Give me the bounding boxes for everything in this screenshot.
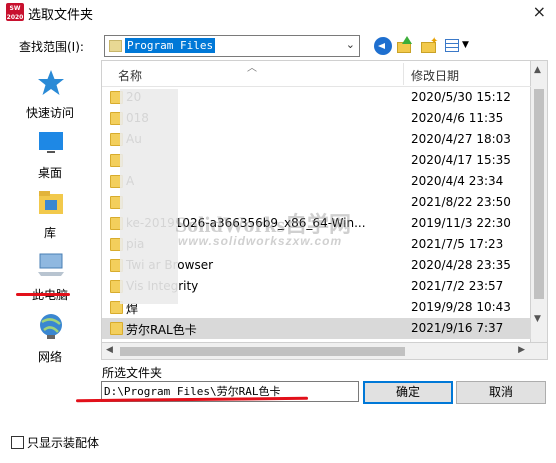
library-icon <box>39 191 63 214</box>
list-item[interactable]: 劳尔RAL色卡 2021/9/16 7:37 <box>102 318 532 339</box>
item-modified-date: 2021/8/22 23:50 <box>411 195 511 209</box>
lookin-value: Program Files <box>125 38 216 53</box>
assemblies-only-label: 只显示装配体 <box>27 436 100 450</box>
desktop-icon <box>39 132 63 153</box>
network-icon <box>40 314 62 339</box>
folder-icon <box>110 322 123 335</box>
item-name: 劳尔RAL色卡 <box>126 323 197 337</box>
column-header-date[interactable]: 修改日期 <box>411 67 459 84</box>
column-divider[interactable] <box>403 63 404 85</box>
window-title: 选取文件夹 <box>28 8 94 23</box>
place-label: 库 <box>43 226 56 240</box>
scroll-left-icon[interactable]: ◀ <box>106 345 113 355</box>
item-modified-date: 2021/7/5 17:23 <box>411 237 504 251</box>
places-bar: 快速访问 桌面 库 此电脑 网络 <box>6 60 94 390</box>
sort-ascending-icon: ︿ <box>247 63 257 74</box>
item-modified-date: 2020/4/17 15:35 <box>411 153 511 167</box>
place-label: 快速访问 <box>25 106 74 120</box>
item-modified-date: 2019/11/3 22:30 <box>411 216 511 230</box>
ok-button[interactable]: 确定 <box>363 381 453 404</box>
title-bar: SW 2020 选取文件夹 × <box>0 0 556 24</box>
scroll-up-icon[interactable]: ▲ <box>534 65 541 75</box>
scroll-thumb[interactable] <box>120 347 405 356</box>
close-icon[interactable]: × <box>533 2 546 21</box>
scroll-down-icon[interactable]: ▼ <box>534 314 541 324</box>
redacted-area <box>120 89 178 304</box>
place-desktop[interactable]: 桌面 <box>6 128 94 188</box>
back-icon[interactable] <box>374 37 392 55</box>
place-label: 网络 <box>37 350 62 364</box>
item-modified-date: 2019/9/28 10:43 <box>411 300 511 314</box>
cancel-button[interactable]: 取消 <box>456 381 546 404</box>
new-folder-icon[interactable]: ✦ <box>420 36 438 55</box>
place-network[interactable]: 网络 <box>6 312 94 372</box>
column-header-name[interactable]: 名称 <box>118 67 142 84</box>
assemblies-only-checkbox[interactable] <box>11 436 24 449</box>
vertical-scrollbar[interactable]: ▲ ▼ <box>531 60 548 343</box>
scroll-thumb[interactable] <box>534 89 544 299</box>
place-this-pc[interactable]: 此电脑 <box>6 250 94 310</box>
folder-icon <box>109 40 122 52</box>
item-modified-date: 2021/9/16 7:37 <box>411 321 504 335</box>
place-quick-access[interactable]: 快速访问 <box>6 68 94 128</box>
star-icon <box>38 70 64 95</box>
list-header: 名称 ︿ 修改日期 <box>102 61 532 87</box>
annotation-underline-this-pc <box>16 293 70 296</box>
scroll-right-icon[interactable]: ▶ <box>518 345 525 355</box>
chevron-down-icon: ⌄ <box>345 38 355 51</box>
item-modified-date: 2020/4/28 23:35 <box>411 258 511 272</box>
selected-folder-label: 所选文件夹 <box>102 366 163 380</box>
lookin-label: 查找范围(I): <box>19 40 84 54</box>
item-modified-date: 2021/7/2 23:57 <box>411 279 504 293</box>
view-menu-icon[interactable]: ▼ <box>444 37 470 55</box>
item-modified-date: 2020/5/30 15:12 <box>411 90 511 104</box>
lookin-dropdown[interactable]: Program Files ⌄ <box>104 35 360 57</box>
item-modified-date: 2020/4/4 23:34 <box>411 174 504 188</box>
horizontal-scrollbar[interactable]: ◀ ▶ <box>101 343 548 360</box>
solidworks-app-icon: SW 2020 <box>6 3 24 21</box>
computer-icon <box>38 253 64 276</box>
place-label: 桌面 <box>37 166 62 180</box>
place-library[interactable]: 库 <box>6 188 94 248</box>
item-modified-date: 2020/4/27 18:03 <box>411 132 511 146</box>
up-folder-icon[interactable] <box>396 36 414 55</box>
item-modified-date: 2020/4/6 11:35 <box>411 111 504 125</box>
file-list[interactable]: 名称 ︿ 修改日期 202020/5/30 15:120182020/4/6 1… <box>101 60 532 343</box>
